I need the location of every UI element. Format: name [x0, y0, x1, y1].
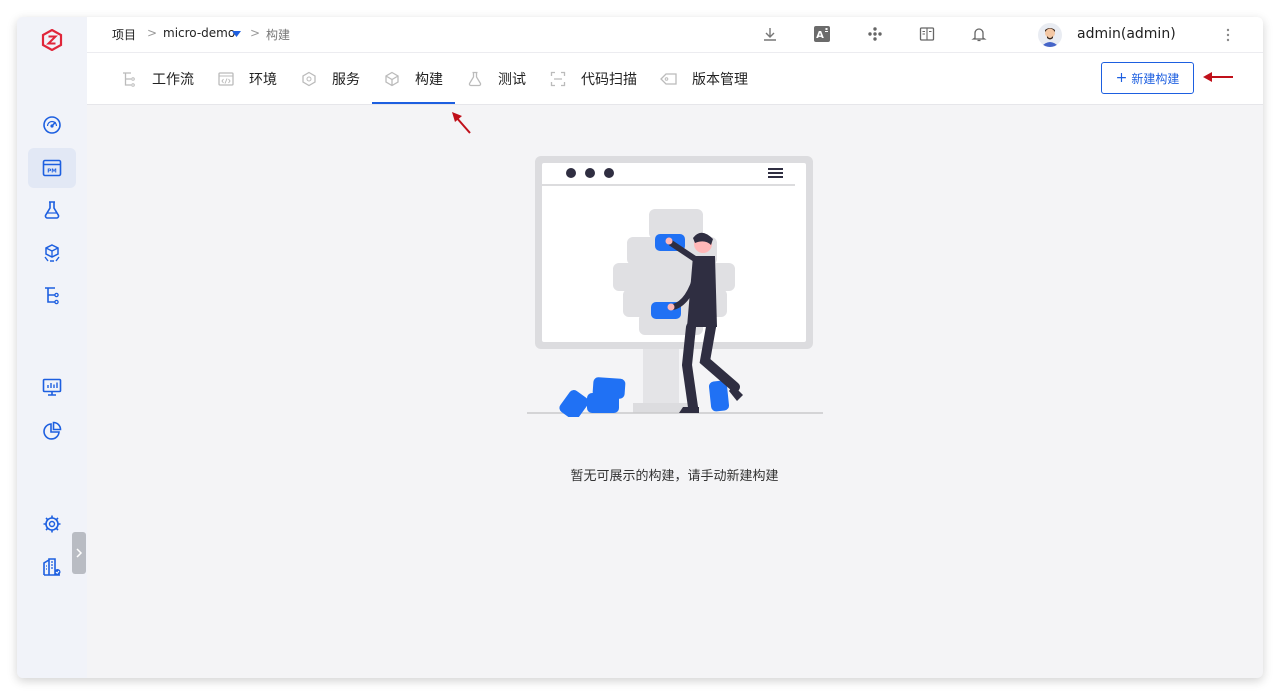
sidebar: PM — [17, 17, 87, 678]
svg-text:A: A — [816, 30, 824, 41]
zadig-logo[interactable] — [41, 29, 63, 51]
dashboard-icon[interactable] — [42, 115, 62, 135]
breadcrumb-projects[interactable]: 项目 — [112, 26, 136, 43]
tab-label: 环境 — [249, 72, 277, 88]
tab-workflow[interactable]: 工作流 — [120, 53, 194, 105]
app-window: PM 项目 > micro-demo > 构建 A admin(admin) 工… — [17, 17, 1263, 678]
tab-version[interactable]: 版本管理 — [660, 53, 748, 105]
svg-text:PM: PM — [47, 169, 57, 175]
tab-build[interactable]: 构建 — [383, 53, 443, 105]
new-build-button[interactable]: + 新建构建 — [1101, 62, 1194, 94]
breadcrumb-project[interactable]: micro-demo — [163, 26, 235, 40]
username[interactable]: admin(admin) — [1077, 26, 1176, 42]
environment-icon — [217, 70, 235, 88]
service-icon — [300, 70, 318, 88]
bell-icon[interactable] — [970, 25, 988, 43]
settings-icon[interactable] — [42, 514, 62, 534]
user-avatar[interactable] — [1038, 23, 1062, 47]
annotation-arrow-icon — [1203, 72, 1233, 82]
report-icon[interactable] — [42, 421, 62, 441]
tab-bar: 工作流 环境 服务 构建 测试 代码扫描 版本管理 + 新建构建 — [87, 53, 1263, 105]
chevron-right-icon — [76, 548, 83, 558]
cluster-icon[interactable] — [866, 25, 884, 43]
tab-label: 工作流 — [152, 72, 194, 88]
more-vertical-icon[interactable] — [1225, 26, 1231, 44]
test-icon[interactable] — [42, 200, 62, 220]
workflow-icon[interactable] — [42, 285, 62, 305]
empty-state-illustration — [527, 156, 823, 417]
plus-icon: + — [1115, 70, 1128, 86]
scan-icon — [549, 70, 567, 88]
active-tab-indicator — [372, 102, 455, 104]
workflow-icon — [120, 70, 138, 88]
translate-icon[interactable]: A — [813, 25, 831, 43]
annotation-arrow-icon — [452, 112, 471, 134]
breadcrumb-current: 构建 — [266, 28, 291, 42]
breadcrumb-separator: > — [250, 26, 261, 40]
building-icon[interactable] — [42, 557, 62, 577]
tab-label: 构建 — [415, 72, 443, 88]
build-icon — [383, 70, 401, 88]
artifact-icon[interactable] — [42, 243, 62, 263]
tab-code-scan[interactable]: 代码扫描 — [549, 53, 637, 105]
docs-icon[interactable] — [918, 25, 936, 43]
tab-environment[interactable]: 环境 — [217, 53, 277, 105]
top-bar: 项目 > micro-demo > 构建 A admin(admin) — [87, 17, 1263, 53]
tab-label: 服务 — [332, 72, 360, 88]
tab-label: 测试 — [498, 72, 526, 88]
tab-label: 代码扫描 — [581, 72, 637, 88]
new-build-label: 新建构建 — [1131, 71, 1180, 86]
breadcrumb-separator: > — [147, 26, 158, 40]
caret-down-icon[interactable] — [232, 31, 241, 37]
monitor-icon[interactable] — [42, 377, 62, 397]
download-icon[interactable] — [761, 25, 779, 43]
empty-state-message: 暂无可展示的构建，请手动新建构建 — [570, 469, 779, 484]
tab-test[interactable]: 测试 — [466, 53, 526, 105]
version-icon — [660, 70, 678, 88]
project-icon[interactable]: PM — [42, 158, 62, 178]
test-icon — [466, 70, 484, 88]
tab-service[interactable]: 服务 — [300, 53, 360, 105]
sidebar-expand-button[interactable] — [72, 532, 86, 574]
tab-label: 版本管理 — [692, 72, 748, 88]
